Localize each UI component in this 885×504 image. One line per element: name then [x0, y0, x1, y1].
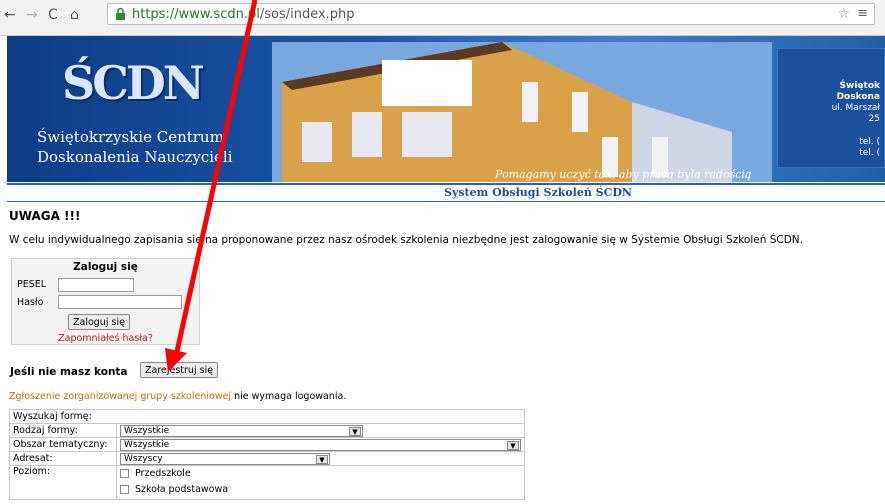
- info-line: 25: [868, 114, 880, 124]
- slogan: Pomagamy uczyć tak, aby praca była radoś…: [495, 168, 752, 181]
- url-text: https://www.scdn.pl/sos/index.php: [132, 7, 355, 22]
- star-icon[interactable]: ☆: [837, 6, 850, 22]
- chevron-down-icon: ▼: [349, 426, 361, 436]
- org-name-line2: Doskonalenia Nauczycieli: [37, 148, 233, 166]
- addressee-label: Adresat:: [9, 451, 117, 466]
- level-option-label: Szkoła podstawowa: [135, 484, 229, 495]
- level-label: Poziom:: [9, 465, 117, 500]
- level-option: Szkoła podstawowa: [120, 484, 521, 495]
- group-notice-suffix: nie wymaga logowania.: [231, 391, 347, 402]
- chevron-down-icon: ▼: [507, 440, 519, 450]
- info-line: ul. Marszał: [831, 103, 880, 113]
- addressee-value: Wszyscy: [124, 453, 163, 464]
- login-box: Zaloguj się PESEL Hasło Zaloguj się Zapo…: [11, 258, 200, 345]
- info-line: tel. (: [859, 137, 880, 147]
- level-checkbox[interactable]: [120, 485, 129, 494]
- org-name-line1: Świętokrzyskie Centrum: [37, 128, 224, 146]
- no-account-prompt: Jeśli nie masz konta: [10, 366, 128, 378]
- search-form-header: Wyszukaj formę:: [9, 409, 525, 424]
- system-title: System Obsługi Szkoleń ŚCDN: [444, 186, 632, 199]
- form-type-select[interactable]: Wszystkie ▼: [120, 424, 363, 437]
- intro-text: W celu indywidualnego zapisania się na p…: [9, 234, 803, 246]
- info-line: Doskona: [836, 92, 880, 102]
- level-option-label: Przedszkole: [135, 468, 191, 479]
- info-line: tel. (: [859, 148, 880, 158]
- search-form-table: Wyszukaj formę: Rodzaj formy: Wszystkie ▼…: [9, 409, 525, 500]
- password-input[interactable]: [58, 295, 182, 309]
- pesel-label: PESEL: [17, 279, 47, 290]
- chevron-down-icon: ▼: [316, 454, 328, 464]
- password-label: Hasło: [17, 297, 44, 308]
- arrow-right-icon[interactable]: →: [26, 7, 38, 23]
- info-line: Świętok: [839, 81, 880, 91]
- arrow-left-icon[interactable]: ←: [4, 7, 16, 23]
- warning-heading: UWAGA !!!: [9, 209, 81, 223]
- topic-area-select[interactable]: Wszystkie ▼: [120, 438, 521, 451]
- level-option: Przedszkole: [120, 468, 521, 484]
- group-registration-link[interactable]: Zgłoszenie zorganizowanej grupy szkoleni…: [9, 391, 231, 402]
- contact-info-box: Świętok Doskona ul. Marszał 25 tel. ( te…: [777, 48, 885, 168]
- pesel-input[interactable]: [58, 278, 134, 292]
- login-button[interactable]: Zaloguj się: [68, 314, 130, 330]
- login-title: Zaloguj się: [73, 261, 138, 273]
- address-bar[interactable]: https://www.scdn.pl/sos/index.php ☆ ≡: [107, 3, 875, 25]
- form-type-label: Rodzaj formy:: [9, 423, 117, 438]
- menu-icon[interactable]: ≡: [857, 6, 868, 21]
- group-notice: Zgłoszenie zorganizowanej grupy szkoleni…: [9, 391, 346, 402]
- form-type-value: Wszystkie: [124, 425, 170, 436]
- level-checkbox[interactable]: [120, 469, 129, 478]
- forgot-password-link[interactable]: Zapomniałeś hasła?: [12, 333, 199, 344]
- header-banner: ŚCDN Świętokrzyskie Centrum Doskonalenia…: [7, 36, 885, 182]
- reload-icon[interactable]: C: [48, 7, 58, 23]
- building-photo: [272, 42, 772, 182]
- lock-icon: [116, 7, 125, 20]
- scdn-logo: ŚCDN: [62, 56, 205, 110]
- topic-area-label: Obszar tematyczny:: [9, 437, 117, 452]
- system-title-bar: System Obsługi Szkoleń ŚCDN: [7, 183, 885, 202]
- addressee-select[interactable]: Wszyscy ▼: [120, 452, 330, 465]
- register-button[interactable]: Zarejestruj się: [140, 362, 219, 378]
- topic-area-value: Wszystkie: [124, 439, 170, 450]
- home-icon[interactable]: ⌂: [70, 7, 79, 23]
- browser-toolbar: ← → C ⌂ https://www.scdn.pl/sos/index.ph…: [0, 0, 885, 36]
